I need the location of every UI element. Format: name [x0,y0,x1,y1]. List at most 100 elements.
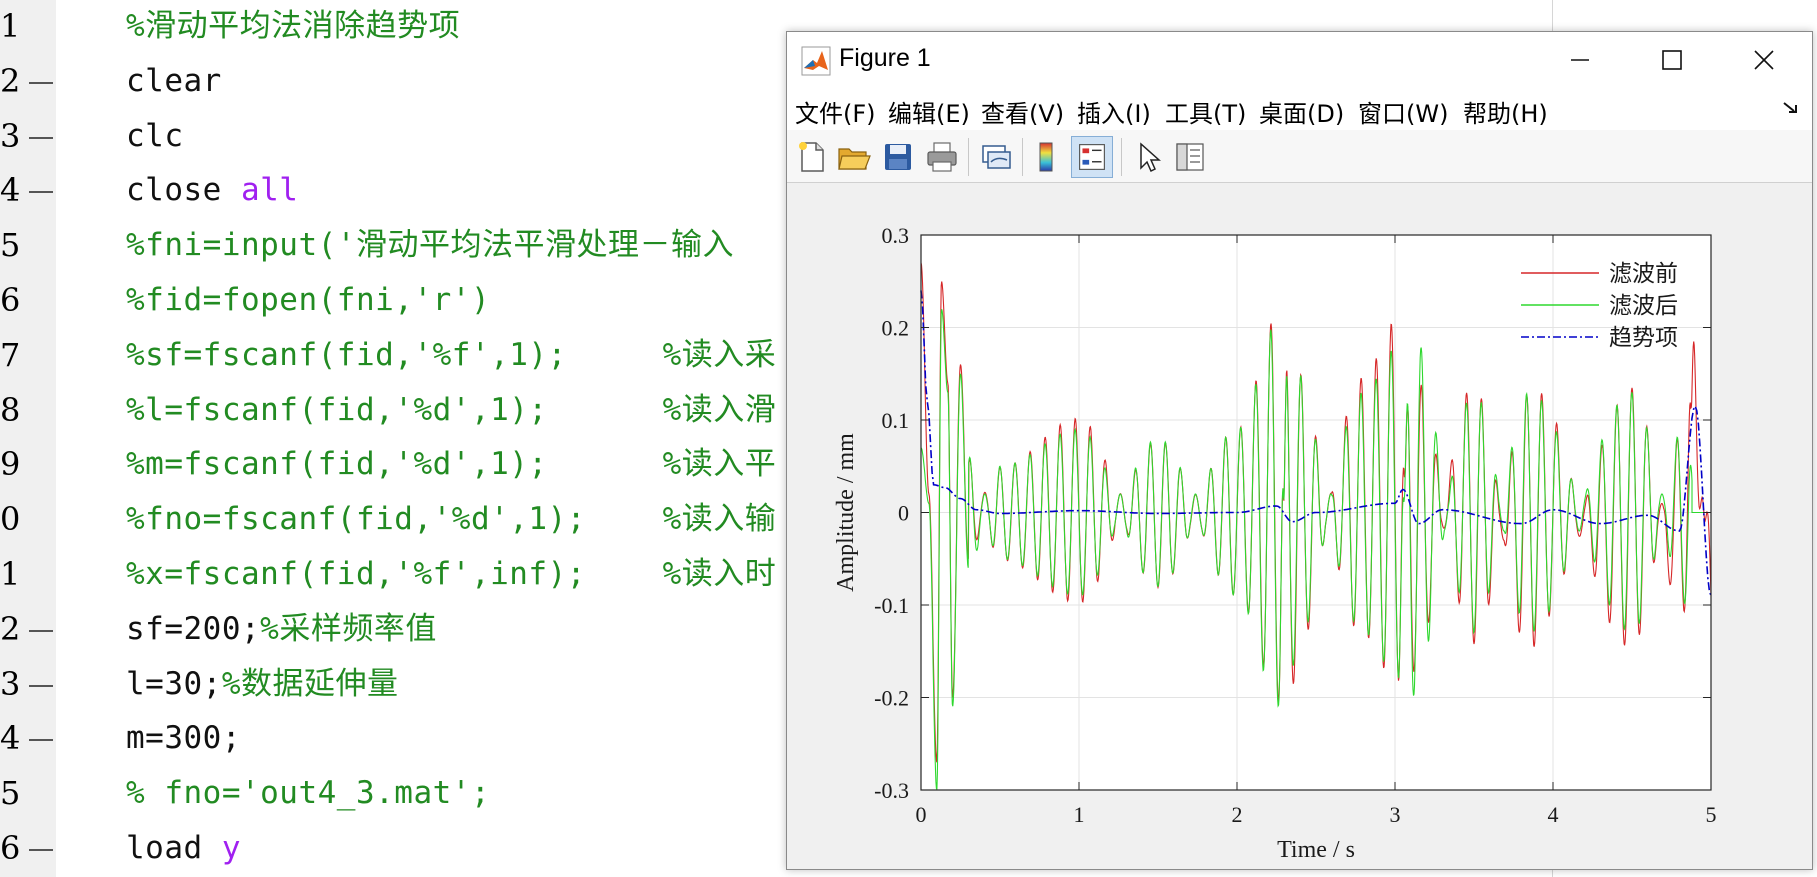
x-tick-label: 5 [1706,802,1717,827]
breakpoint-marker[interactable] [29,849,53,851]
y-axis-title: Amplitude / mm [833,433,859,592]
save-icon[interactable] [879,138,917,176]
code-comment: %数据延伸量 [221,665,399,702]
line-number: 7 [0,335,21,374]
insert-colorbar-icon[interactable] [1027,138,1065,176]
y-tick-label: 0.1 [882,408,910,433]
toolbar-separator [968,138,969,176]
legend-label: 趋势项 [1609,325,1678,351]
code-token: l=30; [126,665,222,702]
code-text: load y [126,826,241,870]
close-button[interactable] [1734,38,1794,82]
code-comment: %m=fscanf(fid,'%d',1); %读入平 [126,446,777,483]
code-token: m=300; [126,720,241,757]
line-chart[interactable]: 0 1 2 3 4 5 0.3 0.2 0.1 0 -0.1 -0.2 -0.3 Time / s Am… [787,183,1812,869]
open-file-icon[interactable] [835,138,873,176]
line-number: 0 [0,500,21,539]
x-tick-label: 4 [1548,802,1559,827]
code-text: %l=fscanf(fid,'%d',1); %读入滑 [126,388,776,432]
code-keyword: all [240,172,299,209]
code-text: l=30;%数据延伸量 [126,662,399,706]
y-tick-label: 0.3 [882,223,910,248]
line-number: 4 [0,719,21,758]
property-inspector-icon[interactable] [1171,138,1209,176]
code-token: close [126,172,241,209]
code-text: %fid=fopen(fni,'r') [126,278,490,322]
code-text: m=300; [126,716,241,760]
dock-arrow-icon[interactable] [1780,98,1802,118]
line-number: 2 [0,61,21,100]
code-comment: %滑动平均法消除趋势项 [126,8,461,44]
link-plot-icon[interactable] [977,138,1015,176]
code-comment: %fni=input('滑动平均法平滑处理－输入 [126,227,734,264]
menu-edit[interactable]: 编辑(E) [888,94,970,129]
line-number: 4 [0,171,21,210]
code-text: sf=200;%采样频率值 [126,607,437,651]
code-comment: %fno=fscanf(fid,'%d',1); %读入输 [126,501,777,538]
menu-desktop[interactable]: 桌面(D) [1259,94,1344,129]
menu-window[interactable]: 窗口(W) [1358,94,1448,129]
code-text: % fno='out4_3.mat'; [126,771,490,815]
toolbar-separator [1121,138,1122,176]
menu-help[interactable]: 帮助(H) [1463,94,1548,129]
line-number: 5 [0,774,21,813]
code-text: %fno=fscanf(fid,'%d',1); %读入输 [126,497,776,541]
menu-file[interactable]: 文件(F) [795,94,876,129]
line-number: 8 [0,390,21,429]
edit-plot-icon[interactable] [1129,138,1167,176]
menu-tools[interactable]: 工具(T) [1165,94,1246,129]
code-token: clear [126,62,222,99]
y-tick-label: -0.2 [874,686,909,711]
x-tick-label: 3 [1390,802,1401,827]
code-keyword: y [221,830,241,866]
print-icon[interactable] [923,138,961,176]
code-text: %fni=input('滑动平均法平滑处理－输入 [126,223,734,267]
legend-label: 滤波前 [1609,261,1678,287]
code-comment: % fno='out4_3.mat'; [126,775,491,812]
breakpoint-marker[interactable] [29,684,53,687]
line-number: 5 [0,226,21,265]
code-comment: %x=fscanf(fid,'%f',inf); %读入时 [126,556,777,592]
new-figure-icon[interactable] [793,138,831,176]
line-number: 1 [0,7,21,45]
breakpoint-marker[interactable] [29,81,53,84]
minimize-button[interactable] [1550,38,1610,82]
maximize-button[interactable] [1642,38,1702,82]
menu-view[interactable]: 查看(V) [981,94,1064,129]
legend-label: 滤波后 [1609,293,1678,319]
code-text: %m=fscanf(fid,'%d',1); %读入平 [126,442,776,486]
figure-menubar: 文件(F) 编辑(E) 查看(V) 插入(I) 工具(T) 桌面(D) 窗口(W… [787,88,1812,130]
code-token: clc [126,117,184,154]
breakpoint-marker[interactable] [29,191,53,194]
code-token: load [126,830,222,866]
figure-title: Figure 1 [839,44,931,72]
y-tick-label: 0 [898,501,909,526]
code-text: clc [126,114,184,158]
code-comment: %采样频率值 [260,610,437,647]
breakpoint-marker[interactable] [29,739,53,742]
figure-window[interactable]: Figure 1 文件(F) 编辑(E) 查看(V) 插入(I) 工具(T) 桌… [786,31,1813,870]
insert-legend-icon[interactable] [1071,136,1113,178]
breakpoint-marker[interactable] [29,629,53,632]
x-tick-label: 0 [916,802,927,827]
matlab-logo-icon [801,46,831,76]
code-comment: %sf=fscanf(fid,'%f',1); %读入采 [126,336,777,373]
code-token: sf=200; [126,610,261,647]
line-number: 3 [0,116,21,155]
line-number: 3 [0,664,21,703]
code-text: close all [126,168,298,212]
x-tick-label: 2 [1232,802,1243,827]
breakpoint-marker[interactable] [29,136,53,139]
figure-titlebar[interactable]: Figure 1 [787,32,1812,88]
toolbar-separator [1022,138,1023,176]
y-tick-label: -0.3 [874,778,909,803]
menu-insert[interactable]: 插入(I) [1077,94,1151,129]
code-text: %sf=fscanf(fid,'%f',1); %读入采 [126,333,776,377]
code-text: clear [126,59,222,103]
x-tick-label: 1 [1074,802,1085,827]
line-number: 1 [0,555,21,593]
figure-toolbar [787,130,1812,183]
code-comment: %l=fscanf(fid,'%d',1); %读入滑 [126,391,777,428]
line-number: 2 [0,609,21,648]
code-comment: %fid=fopen(fni,'r') [126,282,491,318]
